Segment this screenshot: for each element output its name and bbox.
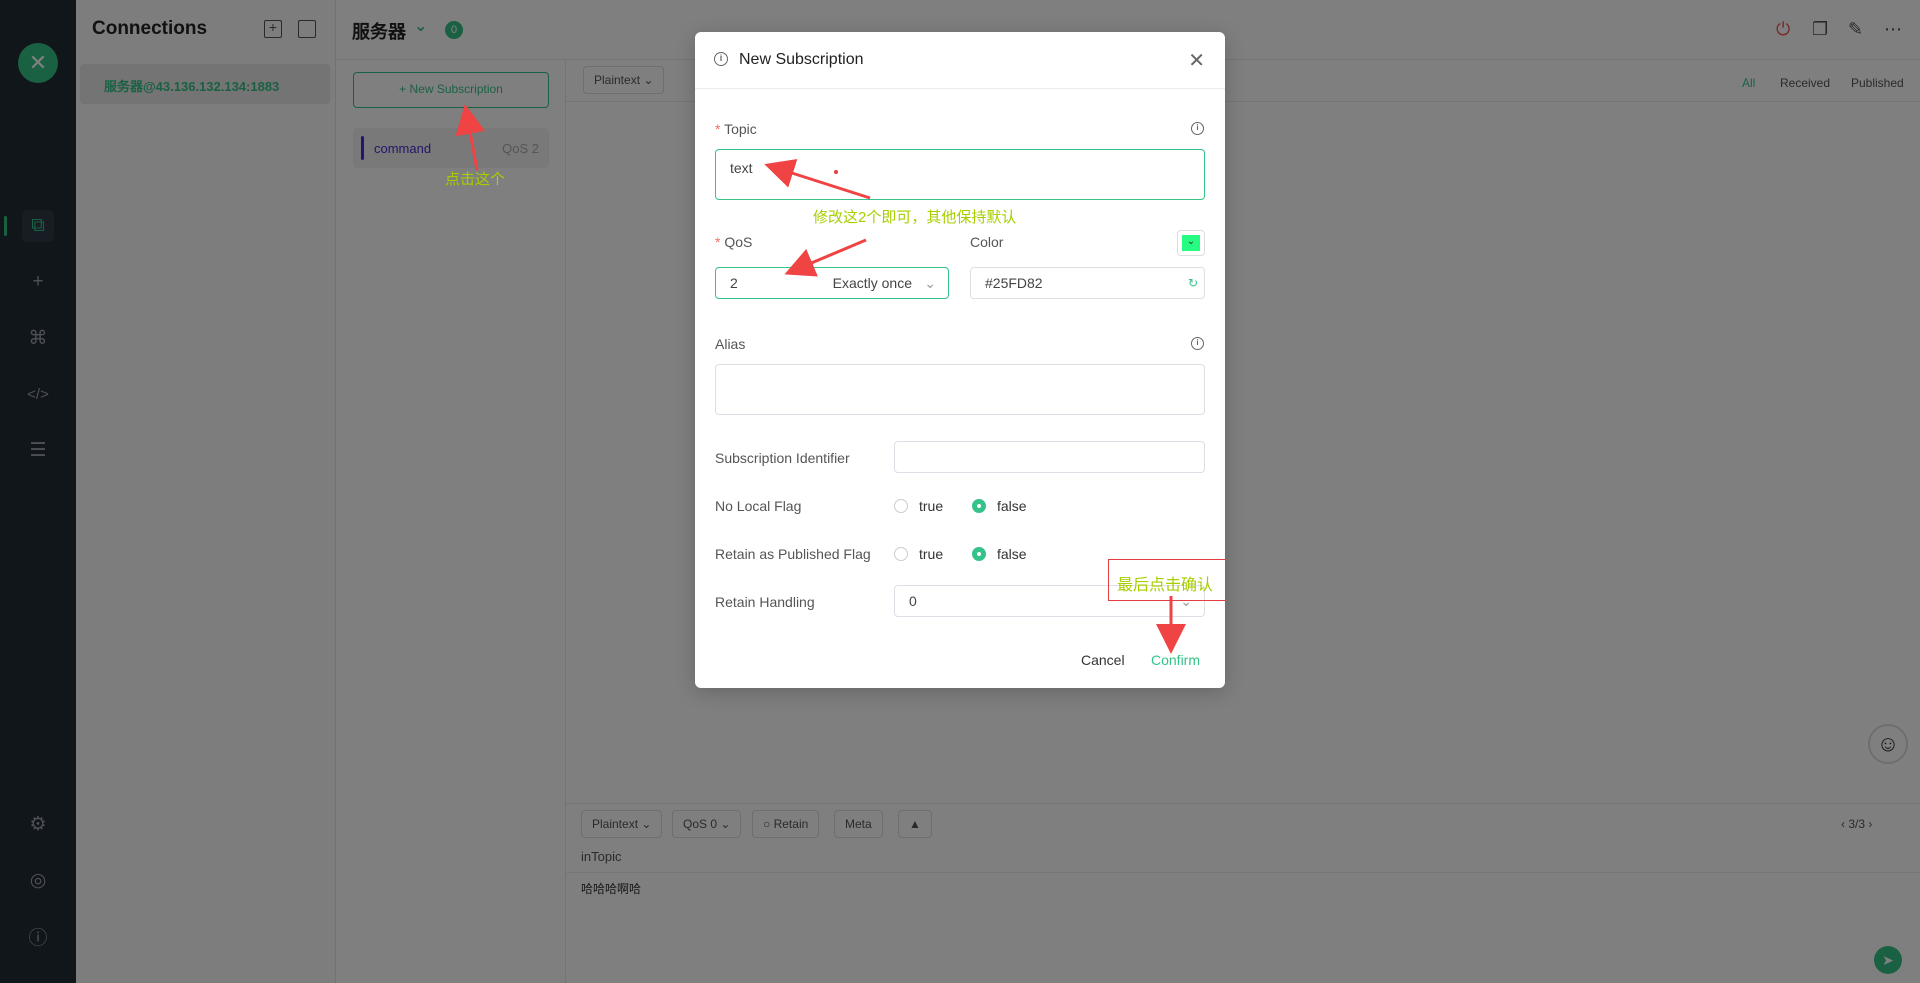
no-local-false-label: false: [997, 498, 1027, 514]
chevron-down-icon: ⌄: [924, 275, 936, 291]
retain-published-false-label: false: [997, 546, 1027, 562]
retain-published-false-radio[interactable]: [972, 547, 986, 561]
retain-as-published-label: Retain as Published Flag: [715, 546, 871, 562]
topic-label-text: Topic: [724, 121, 757, 137]
topic-field[interactable]: text: [715, 149, 1205, 200]
alias-info-icon[interactable]: i: [1191, 337, 1204, 350]
topic-label: * Topic: [715, 121, 757, 137]
alias-label: Alias: [715, 336, 746, 352]
cancel-button[interactable]: Cancel: [1081, 652, 1125, 668]
color-label: Color: [970, 234, 1004, 250]
annotation-modify-two: 修改这2个即可，其他保持默认: [813, 209, 1017, 226]
no-local-false-radio[interactable]: [972, 499, 986, 513]
annotation-finally-confirm: 最后点击确认: [1108, 559, 1226, 601]
retain-handling-value: 0: [909, 593, 917, 609]
retain-published-true-radio[interactable]: [894, 547, 908, 561]
close-icon[interactable]: ✕: [1188, 48, 1205, 73]
annotation-click-this: 点击这个: [445, 171, 506, 188]
qos-label-text: QoS: [724, 234, 753, 250]
color-field[interactable]: #25FD82 ↻: [970, 267, 1205, 299]
no-local-flag-label: No Local Flag: [715, 498, 802, 514]
alias-field[interactable]: [715, 364, 1205, 415]
retain-handling-label: Retain Handling: [715, 594, 815, 610]
topic-info-icon[interactable]: i: [1191, 122, 1204, 135]
qos-label: * QoS: [715, 234, 753, 250]
qos-select-field[interactable]: 2 Exactly once ⌄: [715, 267, 949, 299]
qos-text: Exactly once: [832, 275, 912, 291]
subscription-identifier-field[interactable]: [894, 441, 1205, 473]
dialog-title: New Subscription: [739, 51, 864, 68]
color-picker[interactable]: ⌄: [1177, 230, 1205, 256]
subscription-identifier-label: Subscription Identifier: [715, 450, 850, 466]
refresh-icon[interactable]: ↻: [1188, 268, 1198, 298]
color-value: #25FD82: [985, 275, 1043, 291]
info-icon: i: [714, 52, 728, 66]
no-local-true-radio[interactable]: [894, 499, 908, 513]
no-local-true-label: true: [919, 498, 944, 514]
retain-published-true-label: true: [919, 546, 944, 562]
qos-value: 2: [730, 275, 738, 291]
dialog-header: i New Subscription ✕: [695, 32, 1225, 89]
confirm-button[interactable]: Confirm: [1151, 652, 1200, 668]
annotation-dot: [834, 170, 838, 174]
color-swatch: ⌄: [1182, 235, 1200, 251]
